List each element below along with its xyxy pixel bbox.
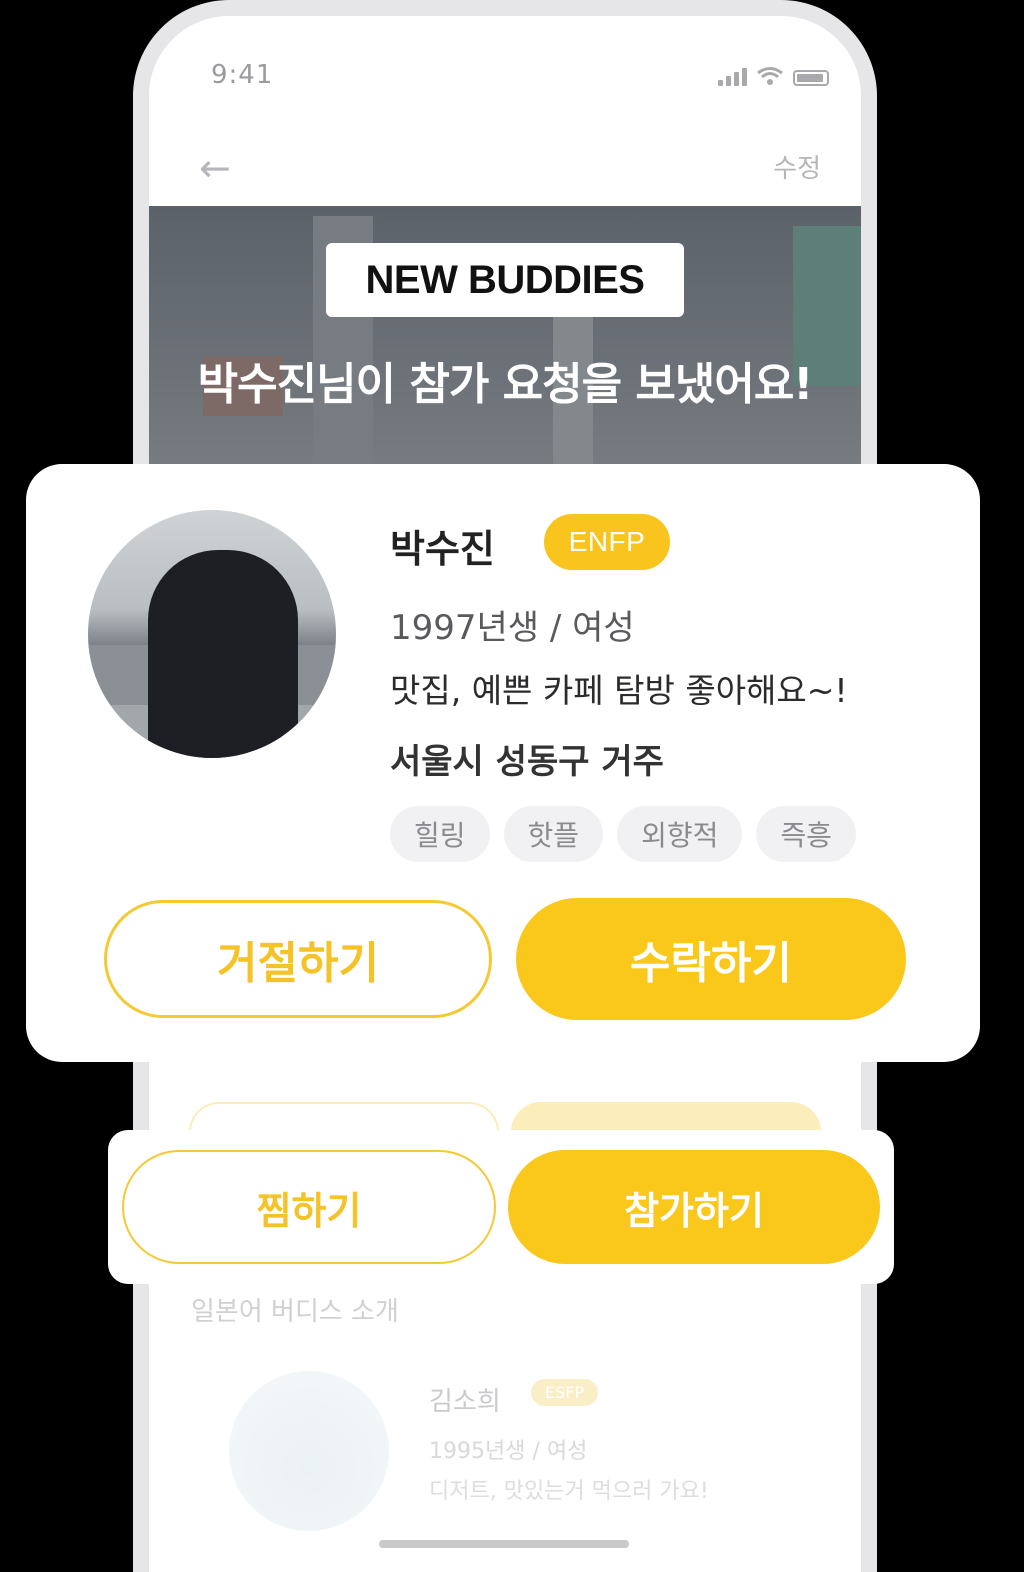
member-intro: 디저트, 맛있는거 먹으러 가요! bbox=[429, 1479, 709, 1504]
tag-chip: 즉흥 bbox=[756, 806, 856, 862]
bottom-action-bar: 찜하기 참가하기 bbox=[108, 1130, 894, 1284]
status-bar: 9:41 bbox=[149, 16, 861, 126]
edit-button[interactable]: 수정 bbox=[773, 148, 821, 185]
home-indicator bbox=[379, 1540, 629, 1548]
tag-chip: 외향적 bbox=[617, 806, 743, 862]
member-birth-gender: 1995년생 / 여성 bbox=[429, 1439, 588, 1464]
intro-text: 맛집, 예쁜 카페 탐방 좋아해요~! bbox=[390, 671, 848, 710]
birth-gender: 1997년생 / 여성 bbox=[390, 608, 635, 648]
tag-list: 힐링 핫플 외향적 즉흥 bbox=[390, 806, 856, 862]
mbti-badge: ENFP bbox=[544, 514, 670, 570]
status-time: 9:41 bbox=[211, 60, 274, 90]
wish-button[interactable]: 찜하기 bbox=[122, 1150, 496, 1264]
section-title: 일본어 버디스 소개 bbox=[191, 1297, 399, 1327]
member-mbti-badge: ESFP bbox=[531, 1379, 599, 1406]
screen: 9:41 ← 수정 일본어 버디스 소개 김소희 ESFP 1995년생 / 여… bbox=[0, 0, 1024, 1572]
join-request-card: 박수진 ENFP 1997년생 / 여성 맛집, 예쁜 카페 탐방 좋아해요~!… bbox=[26, 464, 980, 1062]
member-avatar bbox=[229, 1371, 389, 1531]
new-buddies-badge: NEW BUDDIES bbox=[326, 243, 684, 317]
signal-icon bbox=[718, 68, 747, 86]
tag-chip: 힐링 bbox=[390, 806, 490, 862]
wifi-icon bbox=[757, 67, 783, 85]
nav-bar: ← 수정 bbox=[149, 126, 861, 206]
member-name: 김소희 bbox=[429, 1387, 501, 1417]
back-arrow-icon[interactable]: ← bbox=[199, 146, 231, 190]
location: 서울시 성동구 거주 bbox=[390, 742, 664, 782]
requester-name: 박수진 bbox=[390, 527, 495, 571]
join-button[interactable]: 참가하기 bbox=[508, 1150, 880, 1264]
accept-button[interactable]: 수락하기 bbox=[516, 898, 906, 1020]
reject-button[interactable]: 거절하기 bbox=[104, 900, 492, 1018]
request-headline: 박수진님이 참가 요청을 보냈어요! bbox=[197, 359, 814, 410]
member-profile: 김소희 ESFP 1995년생 / 여성 디저트, 맛있는거 먹으러 가요! bbox=[229, 1371, 789, 1531]
status-icons bbox=[718, 66, 829, 86]
tag-chip: 핫플 bbox=[503, 806, 604, 862]
battery-icon bbox=[793, 70, 829, 86]
avatar bbox=[88, 510, 336, 758]
